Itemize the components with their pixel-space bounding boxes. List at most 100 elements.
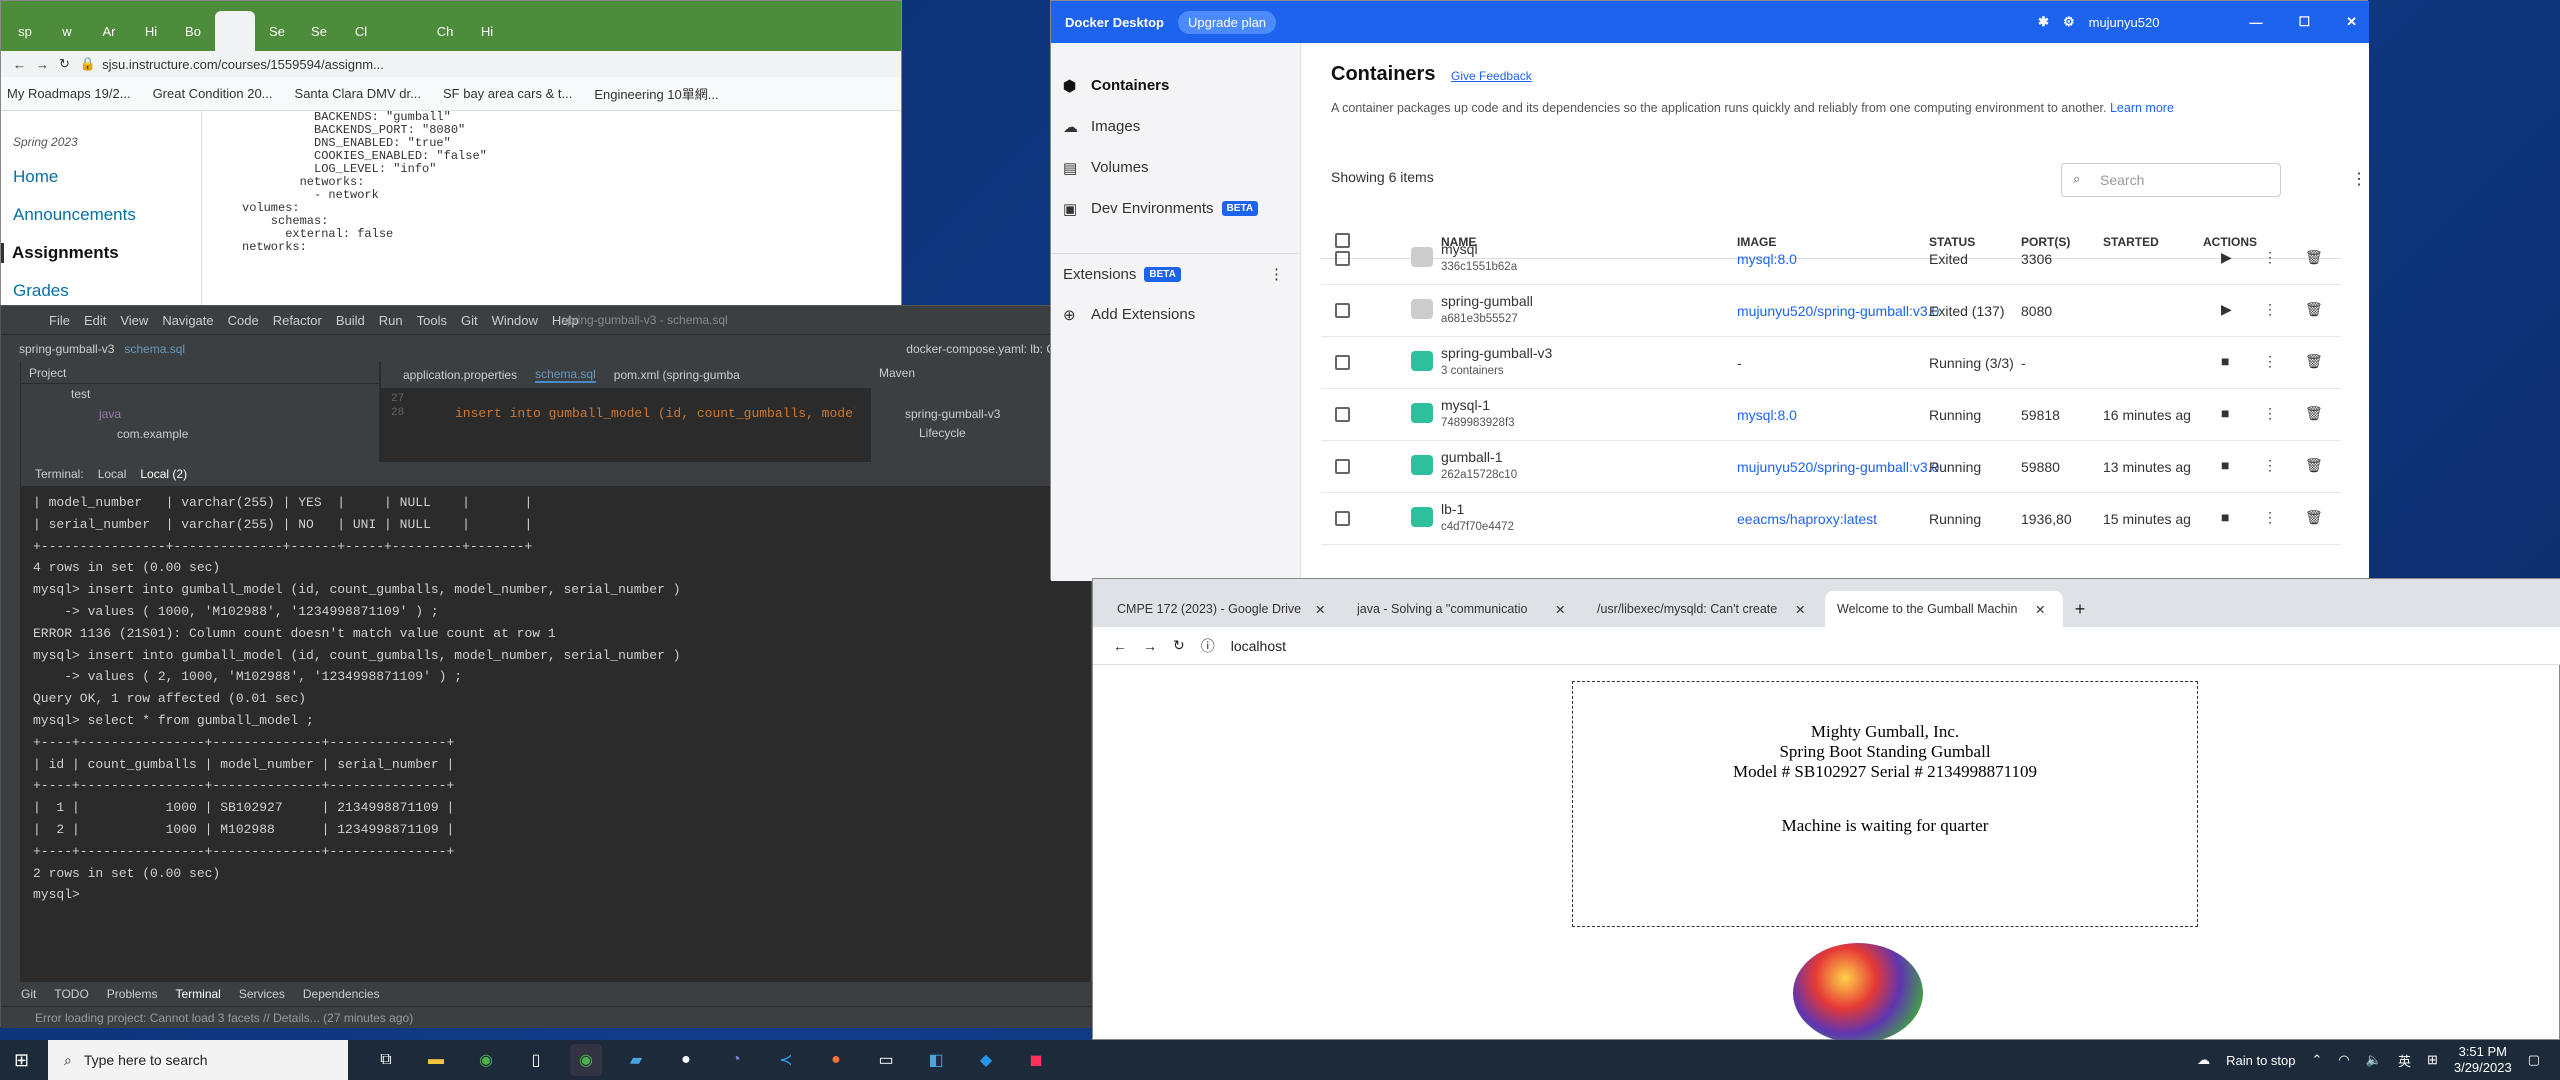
- forward-icon[interactable]: →: [36, 57, 49, 72]
- learn-more-link[interactable]: Learn more: [2110, 101, 2174, 115]
- container-image[interactable]: mujunyu520/spring-gumball:v3.0: [1737, 303, 1939, 319]
- trash-icon[interactable]: 🗑: [2305, 249, 2323, 266]
- stop-icon[interactable]: ■: [2221, 509, 2229, 525]
- browser-tab[interactable]: Bo: [173, 11, 213, 51]
- trash-icon[interactable]: 🗑: [2305, 301, 2323, 318]
- menu-item[interactable]: File: [49, 313, 70, 328]
- close-tab-icon[interactable]: ✕: [1795, 602, 1805, 617]
- forward-icon-right[interactable]: →: [1143, 638, 1157, 654]
- close-icon[interactable]: ✕: [2346, 14, 2357, 30]
- menu-item[interactable]: Code: [228, 313, 259, 328]
- bug-icon[interactable]: ✱: [2038, 14, 2049, 30]
- menu-item[interactable]: Navigate: [162, 313, 213, 328]
- address-bar-right[interactable]: ← → ↻ ⓘ localhost: [1093, 627, 2560, 665]
- terminal-tab[interactable]: Local (2): [140, 467, 187, 481]
- container-name[interactable]: gumball-1: [1441, 449, 1502, 465]
- project-title[interactable]: Project: [21, 362, 379, 384]
- table-row[interactable]: spring-gumball-v3 3 containers - Running (3…: [1321, 337, 2341, 389]
- container-image[interactable]: mysql:8.0: [1737, 407, 1797, 423]
- workbench-icon[interactable]: ◧: [920, 1044, 952, 1076]
- nav-dev-environments[interactable]: ▣ Dev Environments BETA: [1051, 188, 1300, 229]
- user-menu[interactable]: mujunyu520: [2089, 15, 2160, 30]
- breadcrumb-file[interactable]: schema.sql: [124, 342, 185, 356]
- add-extensions[interactable]: ⊕ Add Extensions: [1051, 294, 1300, 335]
- browser-tab[interactable]: Ch: [425, 11, 465, 51]
- nav-images[interactable]: ☁ Images: [1051, 106, 1300, 147]
- row-checkbox[interactable]: [1335, 407, 1350, 422]
- stop-icon[interactable]: ■: [2221, 353, 2229, 369]
- more-icon[interactable]: ⋮: [2351, 169, 2367, 189]
- task-view-icon[interactable]: ⧉: [370, 1044, 402, 1076]
- chevron-up-icon[interactable]: ⌃: [2312, 1052, 2323, 1068]
- trash-icon[interactable]: 🗑: [2305, 457, 2323, 474]
- docker-icon[interactable]: ◆: [970, 1044, 1002, 1076]
- menu-item[interactable]: View: [120, 313, 148, 328]
- tool-tab[interactable]: Git: [21, 987, 36, 1001]
- browser-tab[interactable]: Hi: [131, 11, 171, 51]
- nav-home[interactable]: Home: [13, 167, 149, 187]
- back-icon[interactable]: ←: [13, 57, 26, 72]
- minimize-icon[interactable]: —: [2249, 15, 2262, 30]
- clock[interactable]: 3:51 PM 3/29/2023: [2454, 1044, 2512, 1076]
- browser-tab[interactable]: Se: [257, 11, 297, 51]
- close-tab-icon[interactable]: ✕: [1315, 602, 1325, 617]
- editor[interactable]: application.properties schema.sql pom.xml …: [381, 362, 871, 462]
- close-tab-icon[interactable]: ✕: [2035, 602, 2045, 617]
- row-checkbox[interactable]: [1335, 511, 1350, 526]
- address-bar[interactable]: ← → ↻ 🔒 sjsu.instructure.com/courses/155…: [1, 51, 901, 77]
- notepad-icon[interactable]: ▯: [520, 1044, 552, 1076]
- kebab-icon[interactable]: ⋮: [2263, 457, 2277, 474]
- reload-icon[interactable]: ↻: [59, 56, 70, 72]
- tool-tab[interactable]: Problems: [107, 987, 158, 1001]
- browser-tab[interactable]: Se: [299, 11, 339, 51]
- menu-item[interactable]: Tools: [417, 313, 447, 328]
- browser-tab-right[interactable]: java - Solving a "communicatio ✕: [1345, 591, 1583, 627]
- mysql-workbench-icon[interactable]: ▰: [620, 1044, 652, 1076]
- upgrade-button[interactable]: Upgrade plan: [1177, 10, 1277, 34]
- container-image[interactable]: eeacms/haproxy:latest: [1737, 511, 1877, 527]
- stop-icon[interactable]: ■: [2221, 457, 2229, 473]
- menu-item[interactable]: Run: [379, 313, 403, 328]
- weather-text[interactable]: Rain to stop: [2226, 1053, 2295, 1068]
- gear-icon[interactable]: ⚙: [2063, 14, 2075, 30]
- container-name[interactable]: spring-gumball: [1441, 293, 1533, 309]
- menu-item[interactable]: Refactor: [273, 313, 322, 328]
- browser-tab-right[interactable]: /usr/libexec/mysqld: Can't create ✕: [1585, 591, 1823, 627]
- search-input[interactable]: Search: [2061, 163, 2281, 197]
- browser-tab[interactable]: Hi: [467, 11, 507, 51]
- table-row[interactable]: lb-1 c4d7f70e4472 eeacms/haproxy:latest Run…: [1321, 493, 2341, 545]
- windows-start-icon[interactable]: ⊞: [14, 1050, 29, 1071]
- nav-volumes[interactable]: ▤ Volumes: [1051, 147, 1300, 188]
- terminal-tab[interactable]: Terminal:: [35, 467, 84, 481]
- info-icon[interactable]: ⓘ: [1201, 636, 1215, 656]
- nav-assignments[interactable]: Assignments: [1, 243, 149, 263]
- close-tab-icon[interactable]: ✕: [1555, 602, 1565, 617]
- back-icon-right[interactable]: ←: [1113, 638, 1127, 654]
- tree-java[interactable]: java: [21, 404, 379, 424]
- trash-icon[interactable]: 🗑: [2305, 353, 2323, 370]
- table-row[interactable]: mysql-1 7489983928f3 mysql:8.0 Running 59818…: [1321, 389, 2341, 441]
- row-checkbox[interactable]: [1335, 459, 1350, 474]
- container-image[interactable]: mysql:8.0: [1737, 251, 1797, 267]
- chrome-icon[interactable]: ◉: [470, 1044, 502, 1076]
- menu-item[interactable]: Build: [336, 313, 365, 328]
- row-checkbox[interactable]: [1335, 355, 1350, 370]
- github-icon[interactable]: ●: [670, 1044, 702, 1076]
- kebab-icon[interactable]: ⋮: [2263, 249, 2277, 266]
- reload-icon-right[interactable]: ↻: [1173, 637, 1185, 654]
- row-checkbox[interactable]: [1335, 303, 1350, 318]
- container-name[interactable]: lb-1: [1441, 501, 1464, 517]
- volume-icon-tray[interactable]: 🔈: [2366, 1052, 2382, 1068]
- kebab-icon[interactable]: ⋮: [2263, 353, 2277, 370]
- tool-tab[interactable]: TODO: [54, 987, 88, 1001]
- postman-icon[interactable]: ●: [820, 1044, 852, 1076]
- play-icon[interactable]: ▶: [2221, 249, 2232, 266]
- ime-indicator[interactable]: 英: [2398, 1051, 2411, 1070]
- vscode-icon[interactable]: ≺: [770, 1044, 802, 1076]
- network-icon[interactable]: ◠: [2338, 1052, 2349, 1068]
- editor-tab[interactable]: application.properties: [403, 368, 517, 382]
- chrome-active-icon[interactable]: ◉: [570, 1044, 602, 1076]
- intellij-icon[interactable]: ◼: [1020, 1044, 1052, 1076]
- new-tab-icon[interactable]: +: [2065, 591, 2095, 627]
- feedback-link[interactable]: Give Feedback: [1451, 69, 1532, 83]
